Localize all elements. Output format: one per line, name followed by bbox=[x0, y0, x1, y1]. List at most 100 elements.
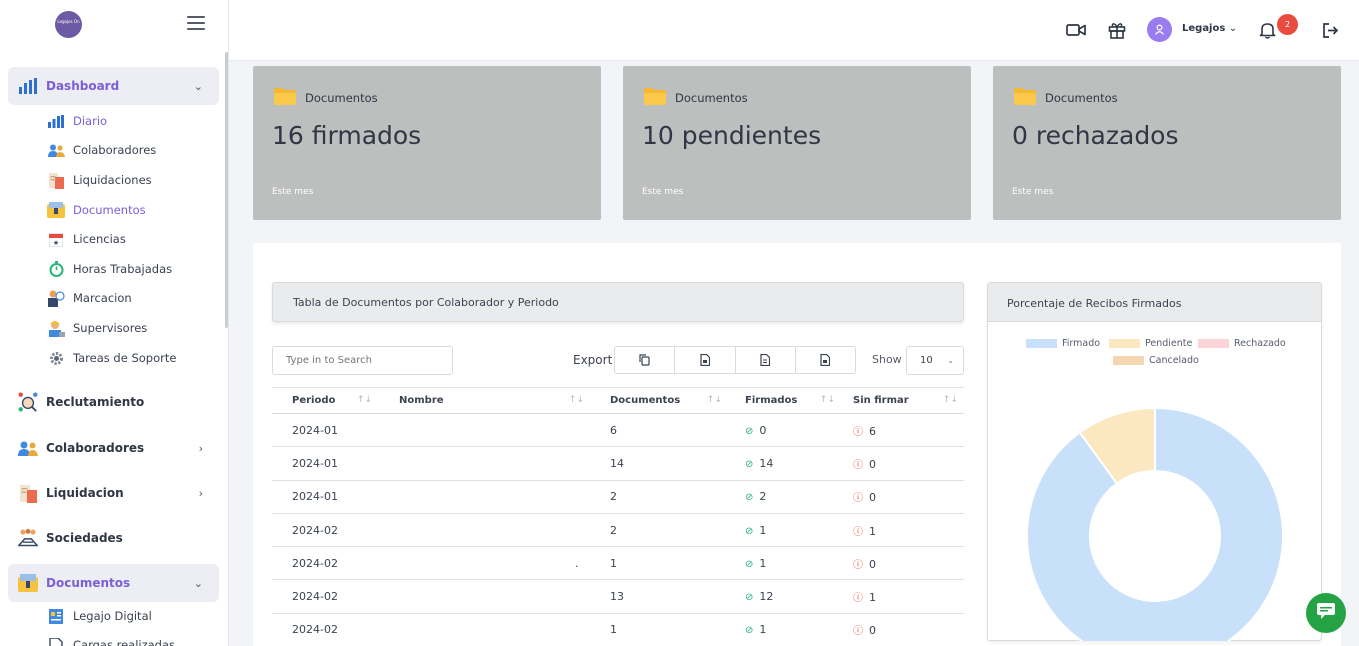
sidebar-sub-documentos[interactable]: Documentos bbox=[47, 200, 146, 220]
cell-nombre bbox=[378, 613, 590, 646]
sidebar-sub-label: Marcacion bbox=[73, 291, 132, 305]
alert-circle-icon: ⓘ bbox=[853, 626, 863, 638]
sidebar-sub-label: Horas Trabajadas bbox=[73, 262, 173, 276]
sidebar-sub-diario[interactable]: Diario bbox=[47, 111, 107, 131]
table-row[interactable]: 2024-02 1 ⊘ 1 ⓘ 0 bbox=[272, 613, 964, 646]
alert-circle-icon: ⓘ bbox=[853, 426, 863, 438]
column-header-periodo[interactable]: Periodo ↑↓ bbox=[272, 387, 378, 414]
sidebar-item-sociedades[interactable]: Sociedades bbox=[8, 519, 219, 557]
legend-item-firmado[interactable]: Firmado bbox=[1026, 338, 1100, 349]
app-logo[interactable]: Legajos On bbox=[55, 11, 82, 38]
column-header-sin-firmar[interactable]: Sin firmar ↑↓ bbox=[841, 387, 964, 414]
sidebar-sub-liquidaciones[interactable]: Liquidaciones bbox=[47, 170, 152, 190]
cell-sin-firmar: ⓘ 6 bbox=[841, 413, 964, 448]
table-row[interactable]: 2024-02 . 1 ⊘ 1 ⓘ 0 bbox=[272, 546, 964, 581]
folder-icon bbox=[1014, 88, 1036, 105]
sidebar-sub-label: Tareas de Soporte bbox=[73, 351, 177, 365]
folder-lock-icon bbox=[47, 202, 65, 218]
avatar[interactable] bbox=[1147, 17, 1172, 42]
sidebar-sub-label: Colaboradores bbox=[73, 143, 157, 157]
sidebar-item-documentos[interactable]: Documentos ⌄ bbox=[8, 564, 219, 602]
sin-firmar-value: 1 bbox=[869, 524, 876, 538]
sidebar-sub-horas[interactable]: Horas Trabajadas bbox=[47, 259, 172, 279]
sidebar-sub-licencias[interactable]: ★ Licencias bbox=[47, 229, 126, 249]
cell-periodo: 2024-02 bbox=[272, 613, 378, 646]
upload-doc-icon bbox=[47, 637, 65, 646]
sidebar-scrollbar[interactable] bbox=[225, 52, 228, 328]
search-input[interactable] bbox=[272, 346, 453, 375]
export-csv-button[interactable] bbox=[675, 347, 736, 373]
check-circle-icon: ⊘ bbox=[745, 592, 754, 604]
bell-icon[interactable] bbox=[1256, 19, 1278, 41]
menu-toggle-icon[interactable] bbox=[187, 16, 205, 30]
sin-firmar-value: 0 bbox=[869, 624, 876, 638]
chat-support-button[interactable] bbox=[1306, 593, 1346, 633]
chat-icon bbox=[1316, 602, 1336, 624]
legend-item-pendiente[interactable]: Pendiente bbox=[1109, 338, 1192, 349]
sidebar-item-label: Documentos bbox=[46, 576, 131, 590]
sidebar-sub-label: Supervisores bbox=[73, 321, 148, 335]
notification-count: 2 bbox=[1284, 20, 1291, 29]
sidebar-sub-colaboradores[interactable]: Colaboradores bbox=[47, 140, 156, 160]
sidebar-item-label: Colaboradores bbox=[46, 441, 145, 455]
chevron-down-icon: ⌄ bbox=[1228, 23, 1238, 34]
sidebar-sub-marcacion[interactable]: Marcacion bbox=[47, 288, 132, 308]
sidebar-item-reclutamiento[interactable]: Reclutamiento bbox=[8, 383, 219, 421]
cell-documentos: 1 bbox=[590, 613, 728, 646]
legend-item-rechazado[interactable]: Rechazado bbox=[1198, 338, 1286, 349]
export-excel-button[interactable] bbox=[736, 347, 796, 373]
table-row[interactable]: 2024-02 13 ⊘ 12 ⓘ 1 bbox=[272, 579, 964, 614]
card-label: Documentos bbox=[675, 91, 748, 105]
firmados-value: 14 bbox=[759, 456, 774, 470]
column-header-label: Periodo bbox=[292, 395, 336, 406]
copy-button[interactable] bbox=[615, 347, 676, 373]
check-circle-icon: ⊘ bbox=[745, 492, 754, 504]
card-value: 16 firmados bbox=[272, 121, 422, 150]
sidebar-sub-supervisores[interactable]: Supervisores bbox=[47, 318, 147, 338]
gift-icon[interactable] bbox=[1106, 19, 1128, 41]
sidebar-sub-legajo-digital[interactable]: Legajo Digital bbox=[47, 606, 152, 626]
sidebar-sub-cargas[interactable]: Cargas realizadas bbox=[47, 635, 175, 646]
cell-periodo: 2024-01 bbox=[272, 446, 378, 481]
gear-icon bbox=[47, 350, 65, 366]
sidebar-item-label: Sociedades bbox=[46, 531, 123, 545]
page-size-select[interactable]: 10 ⌄ bbox=[906, 346, 964, 375]
users-icon bbox=[18, 438, 38, 458]
legend-item-cancelado[interactable]: Cancelado bbox=[1113, 355, 1199, 366]
column-header-documentos[interactable]: Documentos ↑↓ bbox=[590, 387, 728, 414]
export-pdf-button[interactable] bbox=[796, 347, 855, 373]
user-menu[interactable]: Legajos ⌄ bbox=[1182, 23, 1237, 34]
chevron-down-icon: ⌄ bbox=[193, 79, 203, 93]
firmados-value: 1 bbox=[759, 623, 767, 637]
sidebar-item-dashboard[interactable]: Dashboard ⌄ bbox=[8, 67, 219, 105]
table-row[interactable]: 2024-01 14 ⊘ 14 ⓘ 0 bbox=[272, 446, 964, 481]
cell-sin-firmar: ⓘ 0 bbox=[841, 480, 964, 514]
chevron-right-icon: › bbox=[198, 486, 203, 500]
cell-nombre bbox=[378, 446, 590, 481]
sidebar-item-colaboradores[interactable]: Colaboradores › bbox=[8, 429, 219, 467]
stat-card-pendientes: Documentos 10 pendientes Este mes bbox=[623, 66, 971, 220]
table-row[interactable]: 2024-02 2 ⊘ 1 ⓘ 1 bbox=[272, 513, 964, 548]
table-row[interactable]: 2024-01 2 ⊘ 2 ⓘ 0 bbox=[272, 480, 964, 514]
copy-icon bbox=[639, 351, 650, 370]
logout-icon[interactable] bbox=[1319, 19, 1341, 41]
file-icon bbox=[700, 351, 710, 370]
column-header-label: Firmados bbox=[745, 395, 798, 406]
check-circle-icon: ⊘ bbox=[745, 458, 754, 470]
sort-icon: ↑↓ bbox=[706, 395, 722, 405]
firmados-value: 1 bbox=[759, 556, 767, 570]
column-header-label: Sin firmar bbox=[853, 395, 909, 406]
page-size-value: 10 bbox=[920, 355, 933, 366]
video-camera-icon[interactable] bbox=[1065, 19, 1087, 41]
notification-badge: 2 bbox=[1277, 14, 1298, 35]
column-header-nombre[interactable]: Nombre ↑↓ bbox=[378, 387, 590, 414]
cell-firmados: ⊘ 12 bbox=[728, 579, 841, 614]
folder-lock-icon bbox=[18, 573, 38, 593]
column-header-firmados[interactable]: Firmados ↑↓ bbox=[728, 387, 841, 414]
receipt-icon bbox=[18, 483, 38, 503]
sidebar-item-liquidacion[interactable]: Liquidacion › bbox=[8, 474, 219, 512]
cell-documentos: 1 bbox=[590, 546, 728, 581]
cell-sin-firmar: ⓘ 0 bbox=[841, 446, 964, 481]
table-row[interactable]: 2024-01 6 ⊘ 0 ⓘ 6 bbox=[272, 413, 964, 448]
sidebar-sub-tareas[interactable]: Tareas de Soporte bbox=[47, 348, 176, 368]
